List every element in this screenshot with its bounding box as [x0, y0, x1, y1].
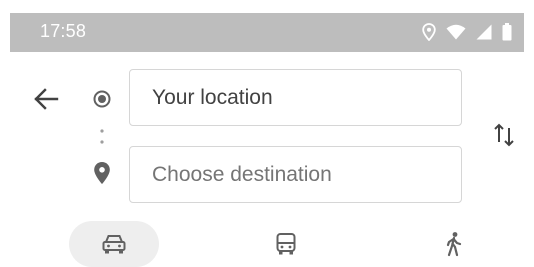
destination-pin-icon [94, 162, 110, 184]
wifi-icon [446, 24, 466, 40]
location-icon [422, 23, 436, 41]
mode-walk-tab[interactable] [427, 221, 481, 267]
signal-icon [476, 24, 492, 40]
status-time: 17:58 [40, 21, 87, 41]
mode-transit-tab[interactable] [259, 221, 313, 267]
back-button[interactable] [28, 84, 64, 114]
destination-input-placeholder: Choose destination [152, 162, 332, 186]
swap-button[interactable] [492, 122, 516, 148]
route-dots-icon [100, 129, 104, 144]
car-icon [102, 235, 126, 254]
battery-icon [502, 23, 512, 41]
arrow-left-icon [34, 88, 59, 110]
status-icons [422, 22, 512, 42]
walk-icon [446, 232, 462, 257]
status-bar: 17:58 [10, 13, 524, 52]
bus-icon [276, 233, 296, 255]
mode-drive-tab[interactable] [69, 221, 159, 267]
swap-vertical-icon [494, 123, 514, 147]
origin-input[interactable]: Your location [129, 69, 462, 126]
destination-input[interactable]: Choose destination [129, 146, 462, 203]
origin-input-value: Your location [152, 85, 273, 109]
origin-dot-icon [93, 90, 111, 108]
